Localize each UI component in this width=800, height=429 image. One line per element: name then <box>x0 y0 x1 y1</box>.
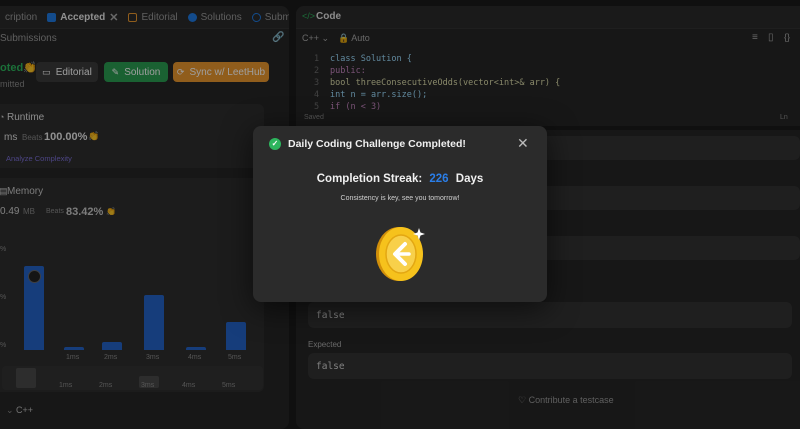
check-circle-icon: ✓ <box>269 138 281 150</box>
streak-line: Completion Streak: 226 Days <box>253 173 547 185</box>
leetcode-coin-icon <box>376 227 425 281</box>
modal-message: Consistency is key, see you tomorrow! <box>340 195 460 202</box>
daily-challenge-modal: ✓ Daily Coding Challenge Completed! ✕ Co… <box>253 126 547 302</box>
streak-label: Completion Streak: <box>316 173 423 185</box>
streak-unit: Days <box>455 173 484 185</box>
modal-title: Daily Coding Challenge Completed! <box>288 138 466 150</box>
close-icon[interactable]: ✕ <box>517 135 529 152</box>
streak-value: 226 <box>429 173 449 185</box>
